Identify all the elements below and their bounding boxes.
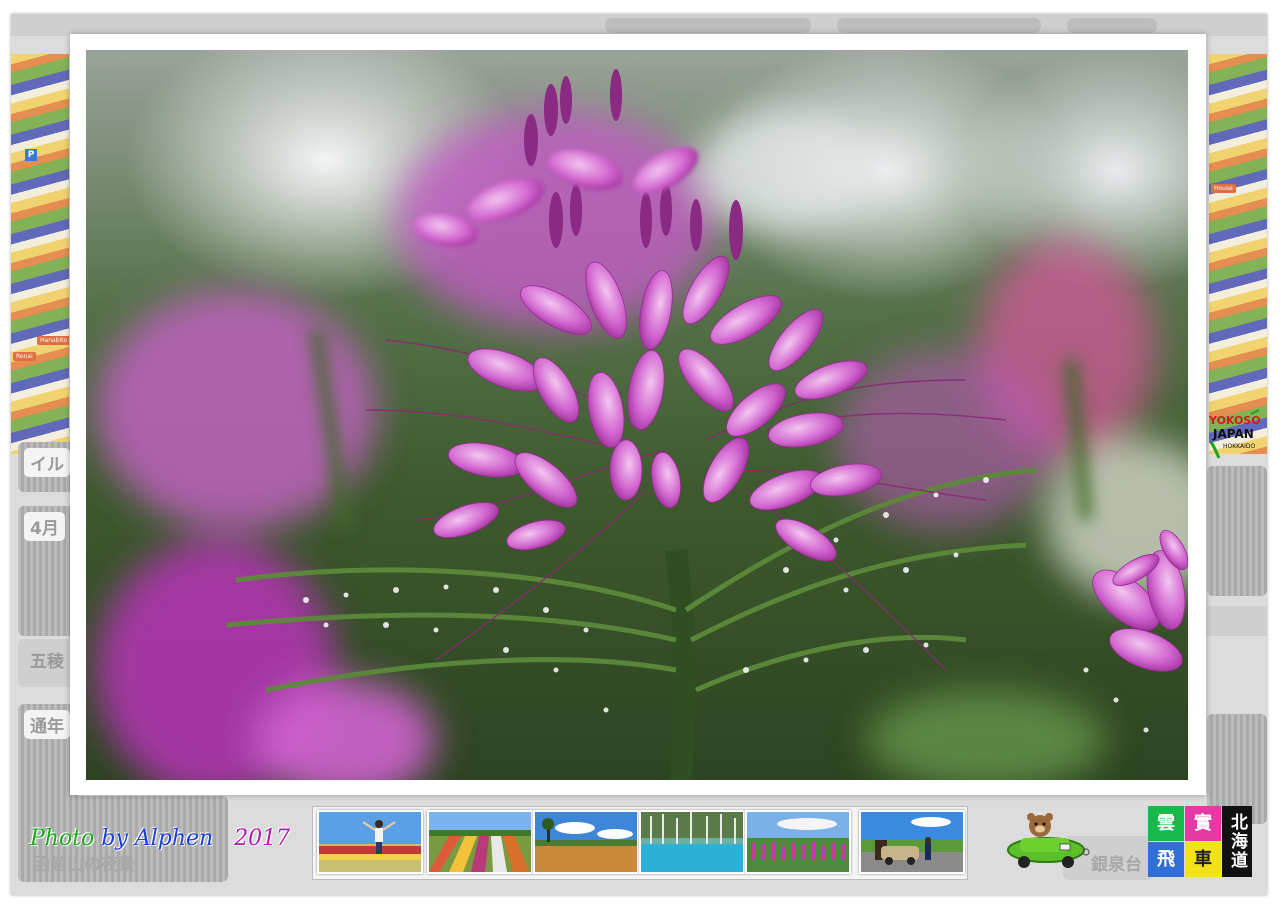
background-card (1207, 466, 1267, 596)
thumb-rainbow-fields[interactable] (427, 810, 533, 874)
background-card-label: 通年 (24, 710, 70, 739)
background-tab (605, 18, 811, 33)
map-tag: House (1211, 184, 1236, 193)
background-card-label: イル (24, 448, 70, 477)
thumbnail-strip (312, 806, 968, 880)
background-card: 4月 (18, 506, 78, 636)
parking-icon: P (25, 149, 37, 161)
main-photo[interactable] (86, 50, 1188, 780)
badge-cell: 實 (1185, 806, 1221, 841)
map-tag: Renai (13, 352, 36, 361)
map-tag: Hanabito (37, 336, 69, 345)
background-card-label: 五稜 (30, 652, 64, 672)
background-tab (1067, 18, 1157, 33)
badge-cell: 雲 (1148, 806, 1184, 841)
logo-line2: JAPAN (1212, 427, 1254, 441)
yokoso-japan-logo: YOKOSO JAPAN HOKKAIDO (1205, 408, 1263, 460)
background-map-right: House (1209, 54, 1267, 454)
background-card: イル (18, 442, 78, 492)
thumb-person-flower-field[interactable] (317, 810, 423, 874)
bear-car-icon (1002, 812, 1102, 870)
logo-line1: YOKOSO (1208, 414, 1261, 427)
cleome-flower-photo (96, 69, 1188, 780)
background-card: 五稜 (18, 639, 78, 687)
badge-vertical: 北海道 (1222, 806, 1252, 877)
kanji-badge: 雲 實 飛 車 北海道 (1148, 806, 1252, 878)
background-topbar (11, 14, 1267, 36)
background-card-label: 4月 (24, 512, 65, 541)
thumb-wheat-field-tree[interactable] (533, 810, 639, 874)
background-caption: 函館山の夜景 (33, 855, 135, 875)
background-tab (837, 18, 1041, 33)
thumb-car-road[interactable] (859, 810, 965, 874)
credit-year: 2017 (234, 826, 291, 851)
thumb-blue-pond[interactable] (639, 810, 745, 874)
badge-cell: 飛 (1148, 842, 1184, 877)
credit-author: by Alphen (101, 826, 214, 851)
photo-credit: Photo by Alphen 2017 (30, 826, 290, 851)
lightbox (70, 34, 1206, 795)
logo-line3: HOKKAIDO (1223, 443, 1255, 450)
background-map-left: P Hanabito Renai (11, 54, 69, 454)
background-card (1207, 606, 1267, 636)
credit-photo: Photo (30, 826, 95, 851)
badge-cell: 車 (1185, 842, 1221, 877)
thumb-lupine-field[interactable] (745, 810, 851, 874)
